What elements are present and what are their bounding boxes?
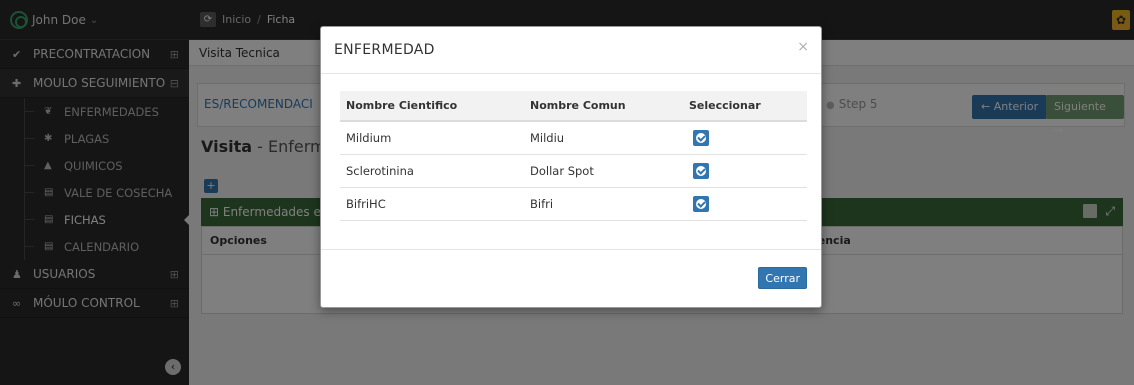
- cell-nombre-cientifico: Mildium: [340, 121, 524, 155]
- select-button[interactable]: [693, 162, 709, 179]
- table-row: Sclerotinina Dollar Spot: [340, 154, 807, 188]
- select-button[interactable]: [693, 195, 709, 212]
- close-button[interactable]: Cerrar: [758, 267, 807, 289]
- select-button[interactable]: [693, 129, 709, 146]
- column-header-seleccionar[interactable]: Seleccionar: [683, 91, 807, 122]
- table-row: Mildium Mildiu: [340, 121, 807, 155]
- cell-seleccionar: [683, 187, 807, 221]
- check-circle-icon: [696, 132, 706, 143]
- column-header-cientifico[interactable]: Nombre Cientifico: [340, 91, 524, 122]
- enfermedad-table: Nombre Cientifico Nombre Comun Seleccion…: [340, 91, 807, 221]
- cell-nombre-cientifico: Sclerotinina: [340, 154, 524, 188]
- cell-nombre-cientifico: BifriHC: [340, 187, 524, 221]
- close-icon[interactable]: ×: [797, 39, 809, 55]
- cell-seleccionar: [683, 121, 807, 155]
- table-header-row: Nombre Cientifico Nombre Comun Seleccion…: [340, 91, 807, 122]
- check-circle-icon: [696, 198, 706, 209]
- cell-nombre-comun: Mildiu: [524, 121, 683, 155]
- enfermedad-modal: ENFERMEDAD × Nombre Cientifico Nombre Co…: [320, 26, 822, 308]
- cell-nombre-comun: Bifri: [524, 187, 683, 221]
- column-header-comun[interactable]: Nombre Comun: [524, 91, 683, 122]
- table-row: BifriHC Bifri: [340, 187, 807, 221]
- cell-nombre-comun: Dollar Spot: [524, 154, 683, 188]
- modal-header: ENFERMEDAD ×: [321, 27, 821, 74]
- modal-footer: Cerrar: [321, 249, 821, 307]
- modal-title: ENFERMEDAD: [334, 42, 435, 58]
- check-circle-icon: [696, 165, 706, 176]
- cell-seleccionar: [683, 154, 807, 188]
